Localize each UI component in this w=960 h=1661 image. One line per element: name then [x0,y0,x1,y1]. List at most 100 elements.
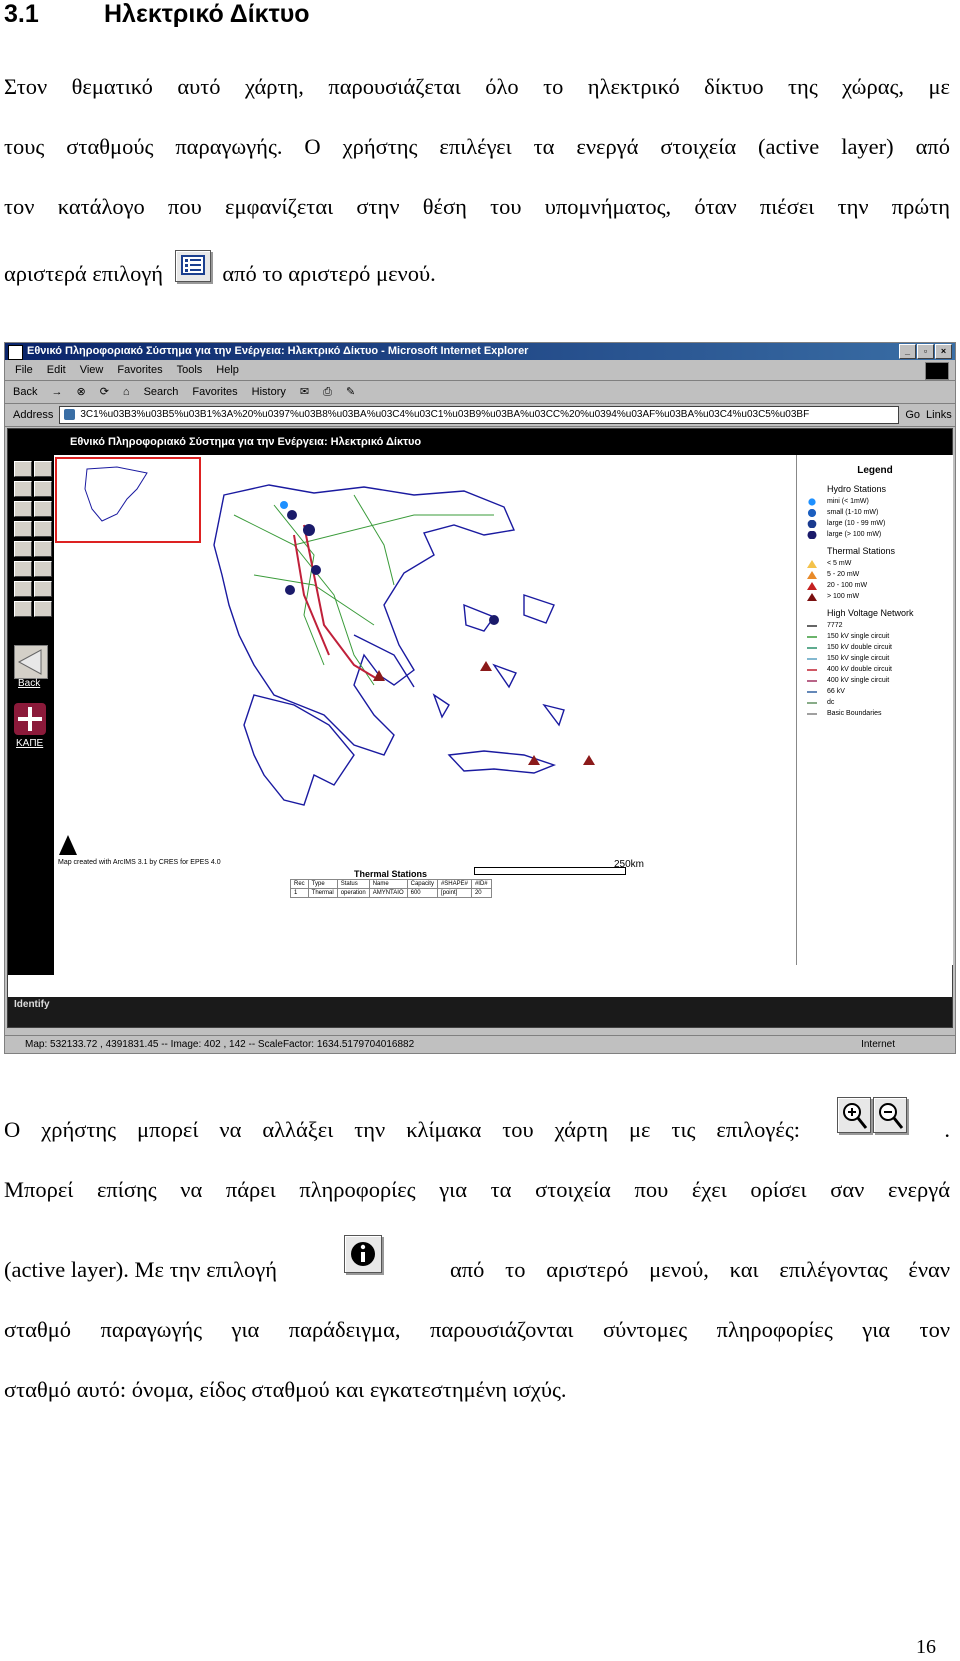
address-bar: Address 3C1%u03B3%u03B5%u03B1%3A%20%u039… [5,404,955,427]
table-row: 1 Thermal operation ΑΜΥΝΤΑΙΟ 600 [point]… [290,888,492,898]
home-icon[interactable]: ⌂ [123,381,130,403]
app-title: Εθνικό Πληροφοριακό Σύστημα για την Ενέρ… [8,429,952,455]
tool-grid [14,461,52,617]
legend-tool-icon[interactable] [14,461,32,477]
pan-icon[interactable] [14,521,32,537]
browser-toolbar: Back → ⊗ ⟳ ⌂ Search Favorites History ✉ … [5,381,955,404]
layers-tool-icon[interactable] [34,461,52,477]
text-line: (active layer). Με την επιλογή από το αρ… [4,1235,950,1295]
station-table: Rec Type Status Name Capacity #SHAPE# #I… [290,879,492,898]
map-application: Εθνικό Πληροφοριακό Σύστημα για την Ενέρ… [7,428,953,1028]
legend-item: dc [827,699,953,706]
text-span: αριστερά επιλογή [4,261,164,287]
forward-icon[interactable]: → [51,381,62,403]
legend-item: > 100 mW [827,593,953,600]
find-icon[interactable] [14,561,32,577]
menu-view[interactable]: View [80,360,104,380]
back-extent-icon[interactable] [34,501,52,517]
legend-item: < 5 mW [827,560,953,567]
legend-item: mini (< 1mW) [827,498,953,505]
text-span: Ο χρήστης μπορεί να αλλάξει την κλίμακα … [4,1117,800,1142]
section-heading: 3.1 Ηλεκτρικό Δίκτυο [4,0,310,29]
menu-help[interactable]: Help [216,360,239,380]
legend-section-title: Hydro Stations [827,484,887,494]
back-arrow-icon[interactable] [14,645,48,679]
text-span: . [944,1117,950,1142]
overview-map[interactable] [55,457,201,543]
go-button[interactable]: Go [905,409,920,421]
table-cell: ΑΜΥΝΤΑΙΟ [368,888,408,898]
legend-item: 5 - 20 mW [827,571,953,578]
legend-item: small (1-10 mW) [827,509,953,516]
scale-bar [474,867,626,875]
refresh-icon[interactable]: ⟳ [100,381,109,403]
table-header: #SHAPE# [436,879,472,889]
menu-edit[interactable]: Edit [47,360,66,380]
identify-icon[interactable] [14,541,32,557]
page-number: 16 [916,1636,936,1658]
favorites-button[interactable]: Favorites [192,381,237,403]
zoom-out-icon[interactable] [34,481,52,497]
legend-item: large (10 - 99 mW) [827,520,953,527]
table-header-row: Rec Type Status Name Capacity #SHAPE# #I… [290,879,492,889]
measure-icon[interactable] [34,561,52,577]
back-link[interactable]: Back [18,678,40,689]
text-line: σταθμό παραγωγής για παράδειγμα, παρουσι… [4,1317,950,1342]
text-span: (active layer). Με την επιλογή [4,1257,277,1282]
maximize-icon[interactable]: ▫ [917,344,934,359]
hyperlink-icon[interactable] [34,521,52,537]
legend-section-title: High Voltage Network [827,608,914,618]
windows-logo-icon [925,362,949,380]
kape-logo-icon[interactable] [14,703,46,735]
window-controls: _ ▫ × [899,344,952,359]
text-line: Ο χρήστης μπορεί να αλλάξει την κλίμακα … [4,1097,950,1153]
print-map-icon[interactable] [34,601,52,617]
table-cell: 600 [406,888,438,898]
zoom-in-icon[interactable] [14,481,32,497]
links-button[interactable]: Links [926,409,952,421]
search-button[interactable]: Search [144,381,179,403]
tool-panel: Back ΚΑΠΕ [8,455,54,975]
select-icon[interactable] [34,541,52,557]
legend-item: large (> 100 mW) [827,531,953,538]
menu-bar: File Edit View Favorites Tools Help [5,360,955,381]
menu-file[interactable]: File [15,360,33,380]
edit-icon[interactable]: ✎ [346,381,355,403]
table-header: Rec [290,879,309,889]
text-line: Μπορεί επίσης να πάρει πληροφορίες για τ… [4,1177,950,1202]
buffer-icon[interactable] [34,581,52,597]
table-header: Status [336,879,370,889]
legend-item: Basic Boundaries [827,710,953,717]
address-input[interactable]: 3C1%u03B3%u03B5%u03B1%3A%20%u0397%u03B8%… [59,406,900,424]
legend-item: 400 kV double circuit [827,666,953,673]
browser-screenshot: Εθνικό Πληροφοριακό Σύστημα για την Ενέρ… [4,342,956,1054]
close-icon[interactable]: × [935,344,952,359]
ie-icon [8,345,23,360]
legend-item: 150 kV double circuit [827,644,953,651]
history-button[interactable]: History [252,381,286,403]
query-icon[interactable] [14,581,32,597]
text-line: τον κατάλογο που εμφανίζεται στην θέση τ… [4,194,950,219]
clear-icon[interactable] [14,601,32,617]
mail-icon[interactable]: ✉ [300,381,309,403]
text-line: τους σταθμούς παραγωγής. Ο χρήστης επιλέ… [4,134,950,159]
menu-tools[interactable]: Tools [177,360,203,380]
back-button[interactable]: Back [13,381,37,403]
map-legend: Legend Hydro Stations mini (< 1mW) small… [796,455,953,965]
map-view[interactable]: Map created with ArcIMS 3.1 by CRES for … [54,455,794,975]
zoom-out-icon [873,1097,908,1133]
kape-link[interactable]: ΚΑΠΕ [16,738,43,749]
legend-item: 150 kV single circuit [827,633,953,640]
legend-item: 150 kV single circuit [827,655,953,662]
station-table-title: Thermal Stations [354,869,428,879]
print-icon[interactable]: ⎙ [323,381,332,403]
menu-favorites[interactable]: Favorites [117,360,162,380]
scale-label: 250km [614,859,645,870]
legend-item: 7772 [827,622,953,629]
minimize-icon[interactable]: _ [899,344,916,359]
legend-item: 66 kV [827,688,953,695]
legend-list-icon [174,250,211,282]
full-extent-icon[interactable] [14,501,32,517]
stop-icon[interactable]: ⊗ [76,381,85,403]
table-header: Name [368,879,408,889]
